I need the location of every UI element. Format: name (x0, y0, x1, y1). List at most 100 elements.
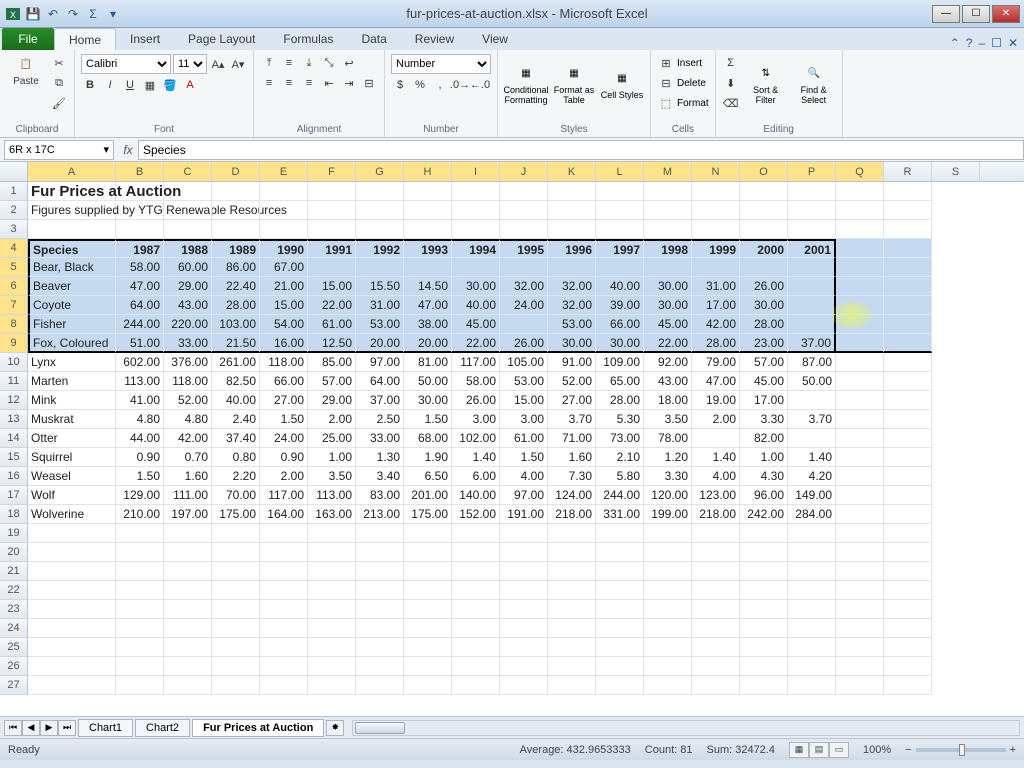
cell[interactable]: 25.00 (308, 429, 356, 448)
minimize-button[interactable]: — (932, 5, 960, 23)
row-header[interactable]: 6 (0, 277, 28, 296)
cell[interactable]: 164.00 (260, 505, 308, 524)
cell[interactable]: 33.00 (164, 334, 212, 353)
cell[interactable] (116, 676, 164, 695)
tab-page-layout[interactable]: Page Layout (174, 28, 269, 50)
cell[interactable]: 14.50 (404, 277, 452, 296)
cell[interactable]: 81.00 (404, 353, 452, 372)
cell[interactable] (740, 524, 788, 543)
cell[interactable] (836, 239, 884, 258)
cell[interactable]: 2001 (788, 239, 836, 258)
col-header[interactable]: B (116, 162, 164, 181)
row-header[interactable]: 18 (0, 505, 28, 524)
cell[interactable] (548, 201, 596, 220)
col-header[interactable]: N (692, 162, 740, 181)
cell[interactable] (164, 619, 212, 638)
cell[interactable] (452, 562, 500, 581)
cell[interactable]: 15.50 (356, 277, 404, 296)
cell[interactable] (260, 619, 308, 638)
cell[interactable]: 54.00 (260, 315, 308, 334)
last-sheet-icon[interactable]: ⏭ (58, 720, 76, 736)
format-button[interactable]: ⬚Format (657, 94, 709, 112)
cell[interactable] (884, 315, 932, 334)
cell[interactable]: 0.90 (260, 448, 308, 467)
cell[interactable]: 1999 (692, 239, 740, 258)
cell[interactable]: Species (28, 239, 116, 258)
cell[interactable] (692, 676, 740, 695)
cell[interactable] (28, 581, 116, 600)
cell[interactable]: 0.90 (116, 448, 164, 467)
cell[interactable]: 1.20 (644, 448, 692, 467)
doc-restore-icon[interactable]: ☐ (991, 36, 1002, 50)
cell[interactable]: 40.00 (212, 391, 260, 410)
cell[interactable]: 2000 (740, 239, 788, 258)
cell[interactable]: 37.40 (212, 429, 260, 448)
cell[interactable]: 191.00 (500, 505, 548, 524)
cell[interactable]: 140.00 (452, 486, 500, 505)
cell[interactable] (692, 657, 740, 676)
cell[interactable] (28, 638, 116, 657)
cell[interactable] (260, 562, 308, 581)
cell[interactable]: 30.00 (740, 296, 788, 315)
cell[interactable] (788, 315, 836, 334)
cell[interactable] (548, 676, 596, 695)
cell[interactable] (740, 182, 788, 201)
cell[interactable] (164, 657, 212, 676)
cell[interactable] (260, 638, 308, 657)
cell[interactable]: 2.20 (212, 467, 260, 486)
cell[interactable]: 31.00 (356, 296, 404, 315)
col-header[interactable]: P (788, 162, 836, 181)
cell[interactable] (596, 657, 644, 676)
cell[interactable]: Fox, Coloured (28, 334, 116, 353)
cell[interactable] (836, 524, 884, 543)
cell[interactable] (452, 619, 500, 638)
col-header[interactable]: F (308, 162, 356, 181)
cell[interactable]: 73.00 (596, 429, 644, 448)
cell[interactable]: 66.00 (596, 315, 644, 334)
cell[interactable] (404, 524, 452, 543)
cell[interactable] (788, 581, 836, 600)
cell[interactable] (884, 505, 932, 524)
cell[interactable]: 7.30 (548, 467, 596, 486)
cell[interactable]: 220.00 (164, 315, 212, 334)
cell[interactable]: 2.40 (212, 410, 260, 429)
cell[interactable]: 26.00 (500, 334, 548, 353)
row-header[interactable]: 20 (0, 543, 28, 562)
align-left-icon[interactable]: ≡ (260, 74, 278, 92)
cell[interactable] (788, 676, 836, 695)
cell[interactable] (836, 258, 884, 277)
cell[interactable] (548, 638, 596, 657)
cell[interactable] (596, 581, 644, 600)
cell[interactable] (404, 201, 452, 220)
tab-view[interactable]: View (468, 28, 522, 50)
close-button[interactable]: ✕ (992, 5, 1020, 23)
cell[interactable]: Squirrel (28, 448, 116, 467)
col-header[interactable]: G (356, 162, 404, 181)
cell[interactable]: 1993 (404, 239, 452, 258)
cell[interactable] (644, 524, 692, 543)
cell[interactable] (692, 638, 740, 657)
cell[interactable] (28, 600, 116, 619)
cell[interactable]: 27.00 (548, 391, 596, 410)
cell[interactable]: 21.50 (212, 334, 260, 353)
cell[interactable]: 28.00 (692, 334, 740, 353)
row-header[interactable]: 27 (0, 676, 28, 695)
cell[interactable]: 47.00 (692, 372, 740, 391)
cell[interactable] (836, 429, 884, 448)
cell[interactable] (28, 619, 116, 638)
cell[interactable] (356, 619, 404, 638)
cell[interactable] (884, 600, 932, 619)
cell[interactable] (596, 524, 644, 543)
col-header[interactable]: R (884, 162, 932, 181)
cell[interactable]: 105.00 (500, 353, 548, 372)
cell[interactable]: 1989 (212, 239, 260, 258)
cell[interactable] (644, 676, 692, 695)
cell-styles-button[interactable]: ▦Cell Styles (600, 54, 644, 114)
cell[interactable]: 29.00 (164, 277, 212, 296)
cell[interactable] (500, 543, 548, 562)
align-right-icon[interactable]: ≡ (300, 74, 318, 92)
cell[interactable]: 3.50 (308, 467, 356, 486)
cell[interactable]: 64.00 (356, 372, 404, 391)
cell[interactable]: 20.00 (404, 334, 452, 353)
spreadsheet-grid[interactable]: A B C D E F G H I J K L M N O P Q R S 1F… (0, 162, 1024, 716)
